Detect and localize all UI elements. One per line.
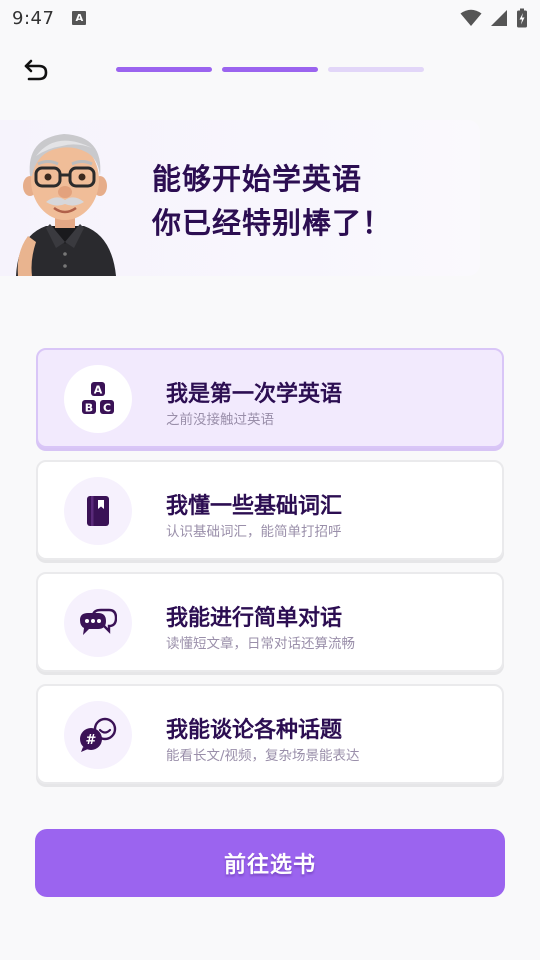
status-time: 9:47: [12, 7, 55, 29]
wifi-icon: [460, 9, 482, 26]
battery-charging-icon: [517, 8, 527, 28]
option-title: 我能谈论各种话题: [166, 718, 343, 743]
option-subtitle: 认识基础词汇，能简单打招呼: [166, 524, 342, 540]
option-simple-dialog[interactable]: 我能进行简单对话 读懂短文章，日常对话还算流畅: [36, 572, 504, 672]
cell-signal-icon: [491, 10, 507, 26]
svg-text:C: C: [103, 402, 111, 415]
status-bar: 9:47 A: [0, 0, 540, 36]
option-title: 我能进行简单对话: [166, 606, 343, 631]
top-nav: [0, 48, 540, 92]
option-subtitle: 读懂短文章，日常对话还算流畅: [166, 636, 355, 652]
status-icons: [460, 8, 528, 28]
go-choose-book-button[interactable]: 前往选书: [35, 829, 505, 897]
back-button[interactable]: [18, 52, 54, 88]
option-icon-circle: #: [64, 701, 132, 769]
option-subtitle: 之前没接触过英语: [166, 412, 274, 428]
option-icon-circle: [64, 477, 132, 545]
svg-text:B: B: [85, 402, 93, 415]
abc-blocks-icon: A B C: [82, 382, 114, 415]
book-icon: [87, 496, 109, 526]
progress-step-3: [328, 67, 424, 72]
option-subtitle: 能看长文/视频，复杂场景能表达: [166, 748, 360, 764]
hero-title-line-2: 你已经特别棒了！: [152, 206, 393, 240]
chat-bubbles-icon: [80, 608, 117, 635]
hero-banner: 能够开始学英语 你已经特别棒了！: [0, 120, 480, 276]
grandpa-avatar: [16, 134, 116, 276]
topic-chat-icon: #: [80, 717, 117, 752]
option-icon-circle: [64, 589, 132, 657]
option-various-topics[interactable]: # 我能谈论各种话题 能看长文/视频，复杂场景能表达: [36, 684, 504, 784]
option-icon-circle: A B C: [64, 365, 132, 433]
progress-step-2: [222, 67, 318, 72]
svg-text:#: #: [86, 733, 97, 748]
hero-title-line-1: 能够开始学英语: [152, 162, 363, 196]
option-basic-vocab[interactable]: 我懂一些基础词汇 认识基础词汇，能简单打招呼: [36, 460, 504, 560]
undo-arrow-icon: [24, 59, 48, 81]
option-title: 我懂一些基础词汇: [166, 494, 343, 519]
option-first-time[interactable]: A B C 我是第一次学英语 之前没接触过英语: [36, 348, 504, 448]
progress-step-1: [116, 67, 212, 72]
svg-text:A: A: [94, 384, 103, 397]
notification-a-icon: A: [72, 11, 87, 25]
option-title: 我是第一次学英语: [166, 382, 343, 407]
